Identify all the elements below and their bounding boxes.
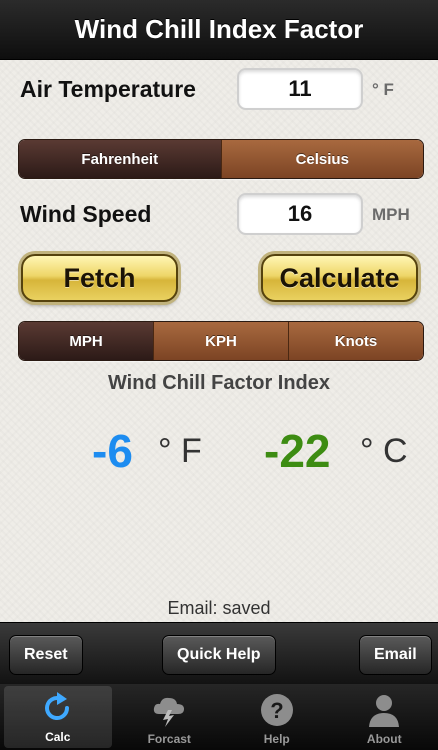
tab-bar: Calc Forcast ? Help About: [0, 684, 438, 750]
bottom-toolbar: Reset Quick Help Email: [0, 622, 438, 684]
wind-speed-unit: MPH: [372, 205, 410, 224]
segment-fahrenheit[interactable]: Fahrenheit: [19, 140, 221, 178]
air-temperature-label: Air Temperature: [20, 76, 196, 102]
person-icon: [369, 695, 400, 727]
title-bar: Wind Chill Index Factor: [0, 0, 438, 60]
refresh-icon: [44, 692, 69, 721]
result-title: Wind Chill Factor Index: [107, 372, 331, 394]
page-title: Wind Chill Index Factor: [74, 14, 364, 44]
email-button[interactable]: Email: [359, 635, 432, 675]
windchill-celsius-unit: ° C: [360, 432, 408, 470]
tab-about-label: About: [366, 732, 402, 746]
tab-help[interactable]: ? Help: [223, 684, 331, 750]
quick-help-button[interactable]: Quick Help: [162, 635, 276, 675]
tab-calc[interactable]: Calc: [4, 686, 112, 748]
main-content: Air Temperature 11 ° F Fahrenheit Celsiu…: [0, 60, 438, 622]
fetch-button[interactable]: Fetch: [21, 254, 178, 302]
tab-calc-label: Calc: [45, 730, 71, 744]
windchill-fahrenheit-value: -6: [92, 425, 133, 477]
segment-knots[interactable]: Knots: [288, 322, 423, 360]
air-temperature-input[interactable]: 11: [237, 68, 363, 110]
air-temperature-unit: ° F: [372, 80, 394, 99]
wind-speed-input[interactable]: 16: [237, 193, 363, 235]
wind-speed-label: Wind Speed: [20, 201, 152, 227]
question-icon: ?: [260, 694, 293, 726]
calculate-button[interactable]: Calculate: [261, 254, 418, 302]
tab-forcast[interactable]: Forcast: [116, 684, 224, 750]
tab-forcast-label: Forcast: [147, 732, 191, 746]
tab-help-label: Help: [263, 732, 290, 746]
email-status: Email: saved: [167, 598, 271, 618]
tab-about[interactable]: About: [331, 684, 438, 750]
segment-mph[interactable]: MPH: [19, 322, 153, 360]
windchill-celsius-value: -22: [264, 425, 331, 477]
storm-cloud-icon: [154, 697, 185, 727]
segment-kph[interactable]: KPH: [153, 322, 288, 360]
temperature-unit-selector: Fahrenheit Celsius: [18, 139, 424, 179]
windchill-fahrenheit-unit: ° F: [158, 432, 202, 470]
reset-button[interactable]: Reset: [9, 635, 83, 675]
segment-celsius[interactable]: Celsius: [220, 140, 423, 178]
wind-unit-selector: MPH KPH Knots: [18, 321, 424, 361]
svg-text:?: ?: [270, 698, 283, 723]
